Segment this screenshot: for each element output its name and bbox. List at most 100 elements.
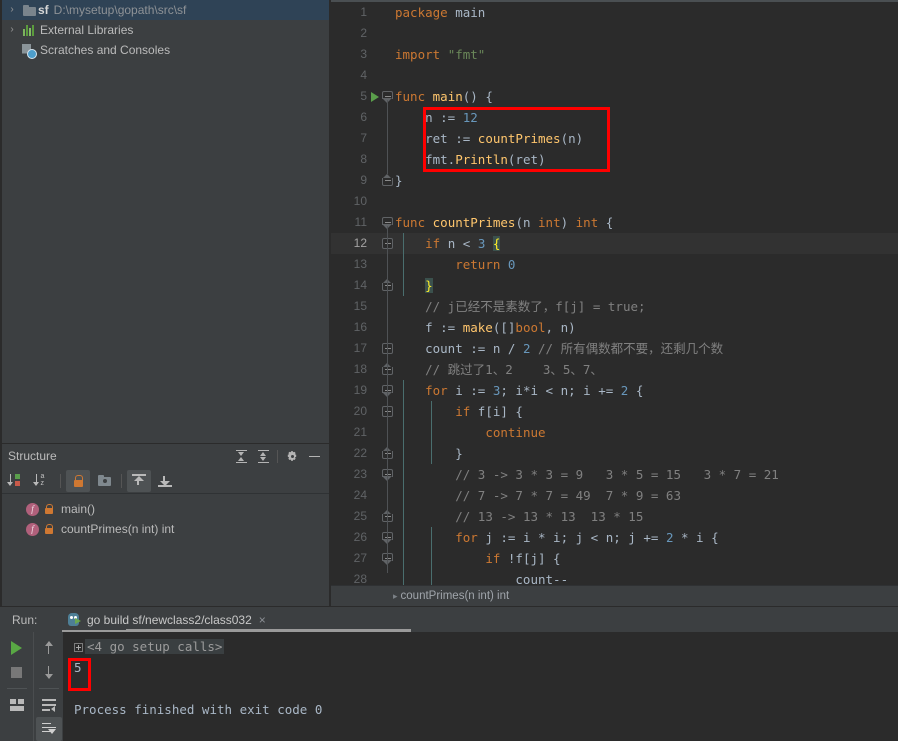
fold-connector [387, 352, 388, 363]
code-line[interactable]: 12 if n < 3 { [331, 233, 898, 254]
structure-item-main[interactable]: f main() [0, 499, 331, 519]
scroll-from-source-icon[interactable] [127, 469, 151, 492]
code-line[interactable]: 7 ret := countPrimes(n) [331, 128, 898, 149]
library-icon [20, 24, 38, 36]
code-text: // j已经不是素数了，f[j] = true; [425, 299, 646, 314]
code-line[interactable]: 10 [331, 191, 898, 212]
line-number: 20 [353, 404, 367, 418]
show-anonymous-classes-icon[interactable] [92, 470, 116, 492]
code-line[interactable]: 2 [331, 23, 898, 44]
expand-all-icon[interactable] [230, 446, 252, 466]
code-line[interactable]: 19 for i := 3; i*i < n; i += 2 { [331, 380, 898, 401]
line-number: 5 [360, 89, 367, 103]
code-text: if n < 3 { [425, 236, 501, 251]
code-line[interactable]: 18 // 跳过了1、2 3、5、7、 [331, 359, 898, 380]
toolbar-divider [121, 473, 122, 488]
code-line[interactable]: 25 // 13 -> 13 * 13 13 * 15 [331, 506, 898, 527]
fold-connector [387, 478, 388, 510]
code-line[interactable]: 16 f := make([]bool, n) [331, 317, 898, 338]
code-line[interactable]: 27 if !f[j] { [331, 548, 898, 569]
toggle-tasks-button[interactable] [4, 693, 30, 717]
code-text: f := make([]bool, n) [395, 320, 576, 335]
window-left-edge [0, 0, 2, 606]
console-scrollbar[interactable] [126, 629, 411, 632]
tree-item-label: External Libraries [40, 23, 134, 37]
code-line[interactable]: 9} [331, 170, 898, 191]
code-line[interactable]: 24 // 7 -> 7 * 7 = 49 7 * 9 = 63 [331, 485, 898, 506]
breadcrumb-label[interactable]: countPrimes(n int) int [393, 590, 510, 602]
console-setup-line[interactable]: <4 go setup calls> [63, 636, 898, 657]
run-toolbar-right [33, 632, 63, 741]
run-gutter-icon[interactable] [371, 92, 379, 102]
expand-icon[interactable] [74, 643, 83, 652]
code-line[interactable]: 22 } [331, 443, 898, 464]
code-line[interactable]: 13 return 0 [331, 254, 898, 275]
console-output-value: 5 [74, 660, 82, 675]
structure-item-label: countPrimes(n int) int [61, 522, 175, 536]
fold-connector [387, 562, 388, 573]
down-stacktrace-button[interactable] [36, 660, 62, 684]
code-text: } [395, 446, 463, 461]
code-line[interactable]: 26 for j := i * i; j < n; j += 2 * i { [331, 527, 898, 548]
structure-item-countprimes[interactable]: f countPrimes(n int) int [0, 519, 331, 539]
chevron-right-icon[interactable]: › [4, 0, 20, 20]
console-output[interactable]: <4 go setup calls> 5 Process finished wi… [63, 629, 898, 741]
structure-panel: Structure a z f main() f countPrimes(n i… [0, 443, 331, 606]
indent-guide [403, 380, 404, 585]
code-line[interactable]: 17 count := n / 2 // 所有偶数都不要，还剩几个数 [331, 338, 898, 359]
up-stacktrace-button[interactable] [36, 636, 62, 660]
line-number: 9 [360, 173, 367, 187]
tree-item-scratches-and-consoles[interactable]: Scratches and Consoles [0, 40, 331, 60]
code-text: // 13 -> 13 * 13 13 * 15 [455, 509, 644, 524]
stop-button[interactable] [4, 660, 30, 684]
structure-toolbar: a z [0, 468, 331, 494]
scroll-to-source-icon[interactable] [153, 470, 177, 492]
function-icon: f [26, 522, 39, 536]
code-text: package main [395, 5, 486, 20]
tree-item-label: Scratches and Consoles [40, 43, 171, 57]
line-number: 7 [360, 131, 367, 145]
soft-wrap-button[interactable] [36, 693, 62, 717]
line-number: 8 [360, 152, 367, 166]
code-line[interactable]: 21 continue [331, 422, 898, 443]
code-line[interactable]: 1 package main [331, 2, 898, 23]
code-line[interactable]: 23 // 3 -> 3 * 3 = 9 3 * 5 = 15 3 * 7 = … [331, 464, 898, 485]
sort-alphabetically-icon[interactable]: a z [31, 470, 55, 492]
project-tree-panel[interactable]: › sf D:\mysetup\gopath\src\sf › External… [0, 0, 331, 440]
scroll-to-end-button[interactable] [35, 717, 62, 741]
gear-icon[interactable] [281, 446, 303, 466]
editor-area: 1 package main 2 3 import "fmt" 4 5 func main()… [331, 0, 898, 606]
code-line[interactable]: 6 n := 12 [331, 107, 898, 128]
code-line[interactable]: 11 func countPrimes(n int) int { [331, 212, 898, 233]
line-number: 24 [353, 488, 367, 502]
sort-by-visibility-icon[interactable] [5, 470, 29, 492]
code-text: return 0 [455, 257, 516, 272]
hide-icon[interactable] [303, 446, 325, 466]
line-number: 17 [353, 341, 367, 355]
tree-item-external-libraries[interactable]: › External Libraries [0, 20, 331, 40]
lock-icon [44, 504, 53, 514]
code-editor[interactable]: 1 package main 2 3 import "fmt" 4 5 func main()… [331, 2, 898, 585]
code-line[interactable]: 8 fmt.Println(ret) [331, 149, 898, 170]
close-icon[interactable]: × [259, 613, 266, 627]
show-non-public-icon[interactable] [66, 469, 90, 492]
collapse-all-icon[interactable] [252, 446, 274, 466]
line-number: 6 [360, 110, 367, 124]
code-line[interactable]: 15 // j已经不是素数了，f[j] = true; [331, 296, 898, 317]
chevron-right-icon[interactable]: › [4, 20, 20, 40]
fold-marker-icon[interactable] [382, 174, 393, 186]
structure-member-list: f main() f countPrimes(n int) int [0, 494, 331, 539]
line-number: 10 [353, 194, 367, 208]
rerun-button[interactable] [4, 636, 30, 660]
tree-item-sf-module[interactable]: › sf D:\mysetup\gopath\src\sf [0, 0, 331, 20]
code-line[interactable]: 20 if f[i] { [331, 401, 898, 422]
code-line[interactable]: 5 func main() { [331, 86, 898, 107]
toolbar-divider [277, 449, 278, 463]
line-number: 27 [353, 551, 367, 565]
code-line[interactable]: 28 count-- [331, 569, 898, 585]
run-tab-title: go build sf/newclass2/class032 [87, 612, 252, 627]
left-tool-column: › sf D:\mysetup\gopath\src\sf › External… [0, 0, 331, 606]
code-line[interactable]: 14 } [331, 275, 898, 296]
code-line[interactable]: 4 [331, 65, 898, 86]
code-line[interactable]: 3 import "fmt" [331, 44, 898, 65]
